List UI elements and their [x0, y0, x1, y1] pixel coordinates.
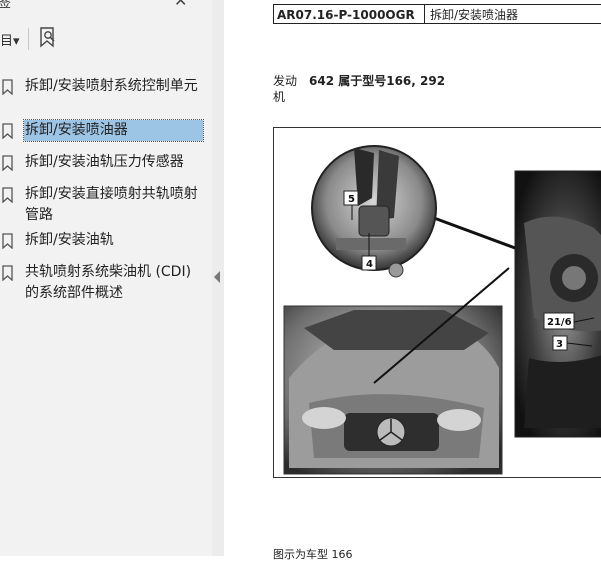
bookmark-label: 拆卸/安装油轨	[25, 232, 114, 248]
procedure-code: AR07.16-P-1000OGR	[273, 4, 425, 24]
bookmark-item[interactable]: 拆卸/安装直接喷射共轨喷射管路	[0, 184, 212, 228]
panel-splitter[interactable]	[212, 0, 224, 556]
bookmarks-panel: 签 ✕ 目▾ 拆卸/安装喷射系统控制单元 拆卸/安装喷油器 拆卸/安装油轨压力传…	[0, 0, 213, 556]
bookmark-item[interactable]: 拆卸/安装油轨	[0, 230, 212, 254]
toolbar-divider	[28, 28, 29, 50]
bookmark-icon	[2, 155, 13, 171]
figure-caption: 图示为车型 166	[273, 548, 353, 561]
callout-5: 5	[348, 194, 355, 205]
callout-21-6: 21/6	[547, 317, 572, 328]
bookmark-icon	[2, 79, 13, 95]
bookmark-icon	[2, 265, 13, 281]
bookmark-label: 共轨喷射系统柴油机 (CDI) 的系统部件概述	[25, 264, 192, 301]
bookmark-item[interactable]: 拆卸/安装油轨压力传感器	[0, 152, 212, 176]
engine-photo: 21/6 3 5 4	[283, 145, 601, 475]
close-icon[interactable]: ✕	[174, 0, 187, 10]
find-bookmark-icon[interactable]	[37, 26, 59, 50]
bookmark-icon	[2, 233, 13, 249]
bookmark-item[interactable]: 共轨喷射系统柴油机 (CDI) 的系统部件概述	[0, 262, 212, 306]
bookmarks-toolbar: 目▾	[0, 24, 212, 54]
document-page: AR07.16-P-1000OGR 拆卸/安装喷油器 发动机 642 属于型号16…	[224, 0, 601, 561]
collapse-arrow-icon[interactable]	[214, 271, 220, 283]
bookmark-label: 拆卸/安装喷油器	[23, 119, 204, 142]
bookmark-item[interactable]: 拆卸/安装喷射系统控制单元	[0, 76, 212, 120]
bookmark-icon	[2, 123, 13, 139]
engine-prefix: 发动机	[273, 74, 298, 104]
bookmark-icon	[2, 187, 13, 203]
bookmark-label: 拆卸/安装喷射系统控制单元	[25, 78, 198, 94]
options-menu-button[interactable]: 目▾	[0, 30, 20, 49]
panel-title: 签	[0, 0, 12, 11]
engine-applicability: 发动机 642 属于型号166, 292	[273, 73, 445, 105]
bookmark-label: 拆卸/安装油轨压力传感器	[25, 154, 184, 170]
engine-illustration: 21/6 3 5 4	[273, 127, 601, 478]
callout-3: 3	[556, 339, 563, 350]
engine-text: 642 属于型号166, 292	[309, 74, 446, 88]
bookmark-item-selected[interactable]: 拆卸/安装喷油器	[0, 119, 212, 144]
callout-4: 4	[366, 259, 373, 270]
procedure-name: 拆卸/安装喷油器	[424, 4, 601, 24]
bookmark-label: 拆卸/安装直接喷射共轨喷射管路	[25, 186, 198, 223]
